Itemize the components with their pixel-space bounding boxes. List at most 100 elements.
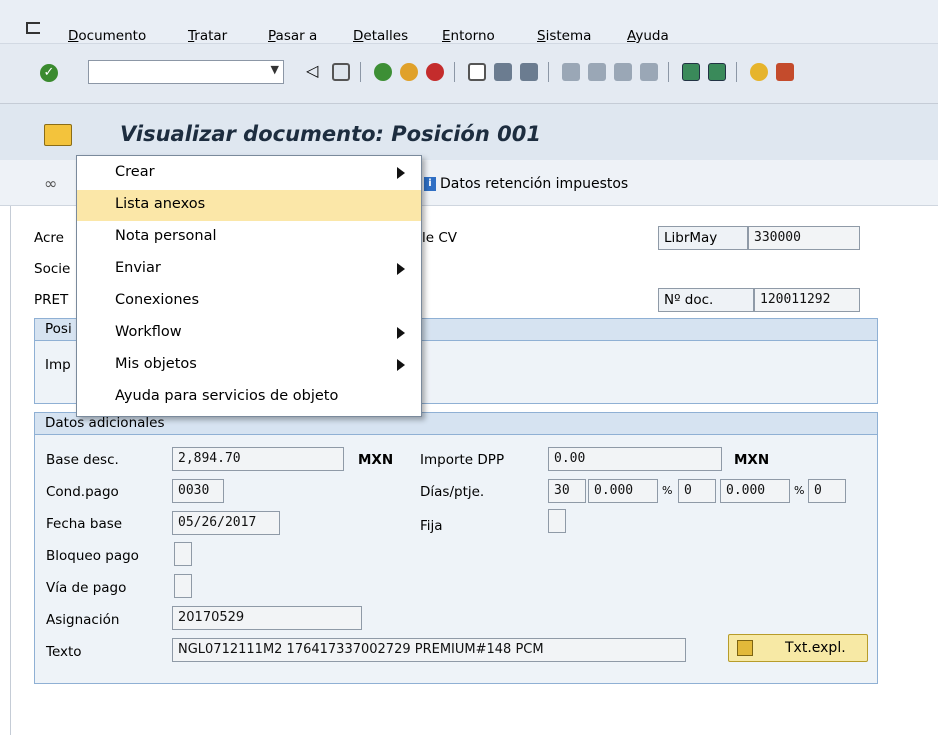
datos-retencion-button[interactable]: Datos retención impuestos <box>440 176 628 192</box>
cond-pago-field[interactable]: 0030 <box>172 479 224 503</box>
display-glasses-icon[interactable]: ∞ <box>44 174 57 193</box>
menu-ayuda[interactable]: Ayuda <box>627 28 669 44</box>
txt-expl-button[interactable]: Txt.expl. <box>728 634 868 662</box>
first-page-icon[interactable] <box>562 63 580 81</box>
asignacion-field[interactable]: 20170529 <box>172 606 362 630</box>
librmay-label: LibrMay <box>658 226 748 250</box>
fija-label: Fija <box>420 518 443 534</box>
title-bar: Visualizar documento: Posición 001 <box>0 104 938 160</box>
menu-entorno[interactable]: Entorno <box>442 28 495 44</box>
ctx-item-label: Nota personal <box>115 228 217 244</box>
next-page-icon[interactable] <box>614 63 632 81</box>
percent-sign-1: % <box>662 484 673 497</box>
help-icon[interactable] <box>750 63 768 81</box>
texto-label: Texto <box>46 644 82 660</box>
dias-1-field[interactable]: 30 <box>548 479 586 503</box>
ndoc-label: Nº doc. <box>658 288 754 312</box>
acreedor-name-text: le CV <box>422 230 458 246</box>
currency-label: MXN <box>358 452 394 468</box>
app-menu-icon[interactable] <box>26 22 40 34</box>
ctx-item-label: Lista anexos <box>115 196 206 212</box>
back-arrow-icon[interactable]: ◁ <box>306 61 318 80</box>
texto-field[interactable]: NGL0712111M2 176417337002729 PREMIUM#148… <box>172 638 686 662</box>
importe-label: Imp <box>45 357 71 373</box>
toolbar-separator <box>668 62 669 82</box>
shortcut-icon[interactable] <box>708 63 726 81</box>
toolbar-separator <box>454 62 455 82</box>
menu-sistema[interactable]: Sistema <box>537 28 591 44</box>
exit-icon[interactable] <box>400 63 418 81</box>
standard-toolbar: ✓ ▼ ◁ <box>0 44 938 104</box>
menu-documento[interactable]: Documento <box>68 28 146 44</box>
base-desc-label: Base desc. <box>46 452 119 468</box>
cancel-icon[interactable] <box>426 63 444 81</box>
toolbar-separator <box>736 62 737 82</box>
ctx-item-label: Crear <box>115 164 155 180</box>
ctx-item-conexiones[interactable]: Conexiones <box>77 286 421 317</box>
fecha-base-label: Fecha base <box>46 516 123 532</box>
currency-label-2: MXN <box>734 452 770 468</box>
sociedad-label: Socie <box>34 261 71 277</box>
command-field[interactable]: ▼ <box>88 60 284 84</box>
ctx-item-nota-personal[interactable]: Nota personal <box>77 222 421 253</box>
bloqueo-pago-field[interactable] <box>174 542 192 566</box>
pct-2-field[interactable]: 0.000 <box>720 479 790 503</box>
menu-tratar[interactable]: Tratar <box>188 28 227 44</box>
menu-toggle-icon[interactable] <box>44 124 72 146</box>
last-page-icon[interactable] <box>640 63 658 81</box>
dias-3-field[interactable]: 0 <box>808 479 846 503</box>
create-session-icon[interactable] <box>682 63 700 81</box>
toolbar-separator <box>548 62 549 82</box>
ctx-item-label: Workflow <box>115 324 182 340</box>
toolbar-separator <box>360 62 361 82</box>
ctx-item-label: Ayuda para servicios de objeto <box>115 388 339 404</box>
ctx-item-label: Mis objetos <box>115 356 197 372</box>
ctx-item-label: Conexiones <box>115 292 199 308</box>
submenu-arrow-icon <box>397 167 405 179</box>
previous-page-icon[interactable] <box>588 63 606 81</box>
via-pago-field[interactable] <box>174 574 192 598</box>
chevron-down-icon[interactable]: ▼ <box>271 63 279 76</box>
importe-dpp-field[interactable]: 0.00 <box>548 447 722 471</box>
asignacion-label: Asignación <box>46 612 120 628</box>
acreedor-label: Acre <box>34 230 64 246</box>
ctx-item-enviar[interactable]: Enviar <box>77 254 421 285</box>
customize-layout-icon[interactable] <box>776 63 794 81</box>
save-icon[interactable] <box>332 63 350 81</box>
ctx-item-crear[interactable]: Crear <box>77 158 421 189</box>
submenu-arrow-icon <box>397 263 405 275</box>
find-icon[interactable] <box>494 63 512 81</box>
submenu-arrow-icon <box>397 327 405 339</box>
ctx-item-label: Enviar <box>115 260 161 276</box>
ctx-item-ayuda-servicios[interactable]: Ayuda para servicios de objeto <box>77 382 421 413</box>
dias-ptje-label: Días/ptje. <box>420 484 485 500</box>
submenu-arrow-icon <box>397 359 405 371</box>
ctx-item-workflow[interactable]: Workflow <box>77 318 421 349</box>
dias-2-field[interactable]: 0 <box>678 479 716 503</box>
long-text-icon <box>737 640 753 656</box>
context-menu: Crear Lista anexos Nota personal Enviar … <box>76 155 422 417</box>
librmay-field[interactable]: 330000 <box>748 226 860 250</box>
fija-checkbox[interactable] <box>548 509 566 533</box>
enter-check-icon[interactable]: ✓ <box>40 64 58 82</box>
bloqueo-pago-label: Bloqueo pago <box>46 548 139 564</box>
find-next-icon[interactable] <box>520 63 538 81</box>
fecha-base-field[interactable]: 05/26/2017 <box>172 511 280 535</box>
menu-pasar-a[interactable]: Pasar a <box>268 28 317 44</box>
menu-bar: Documento Tratar Pasar a Detalles Entorn… <box>0 0 938 44</box>
ctx-item-lista-anexos[interactable]: Lista anexos <box>77 190 421 221</box>
ctx-item-mis-objetos[interactable]: Mis objetos <box>77 350 421 381</box>
txt-expl-label: Txt.expl. <box>785 640 846 656</box>
print-icon[interactable] <box>468 63 486 81</box>
ndoc-field[interactable]: 120011292 <box>754 288 860 312</box>
menu-detalles[interactable]: Detalles <box>353 28 408 44</box>
cond-pago-label: Cond.pago <box>46 484 119 500</box>
base-desc-field[interactable]: 2,894.70 <box>172 447 344 471</box>
importe-dpp-label: Importe DPP <box>420 452 505 468</box>
info-icon[interactable]: i <box>424 177 436 191</box>
percent-sign-2: % <box>794 484 805 497</box>
pret-label: PRET <box>34 292 69 308</box>
back-icon[interactable] <box>374 63 392 81</box>
pct-1-field[interactable]: 0.000 <box>588 479 658 503</box>
via-pago-label: Vía de pago <box>46 580 127 596</box>
